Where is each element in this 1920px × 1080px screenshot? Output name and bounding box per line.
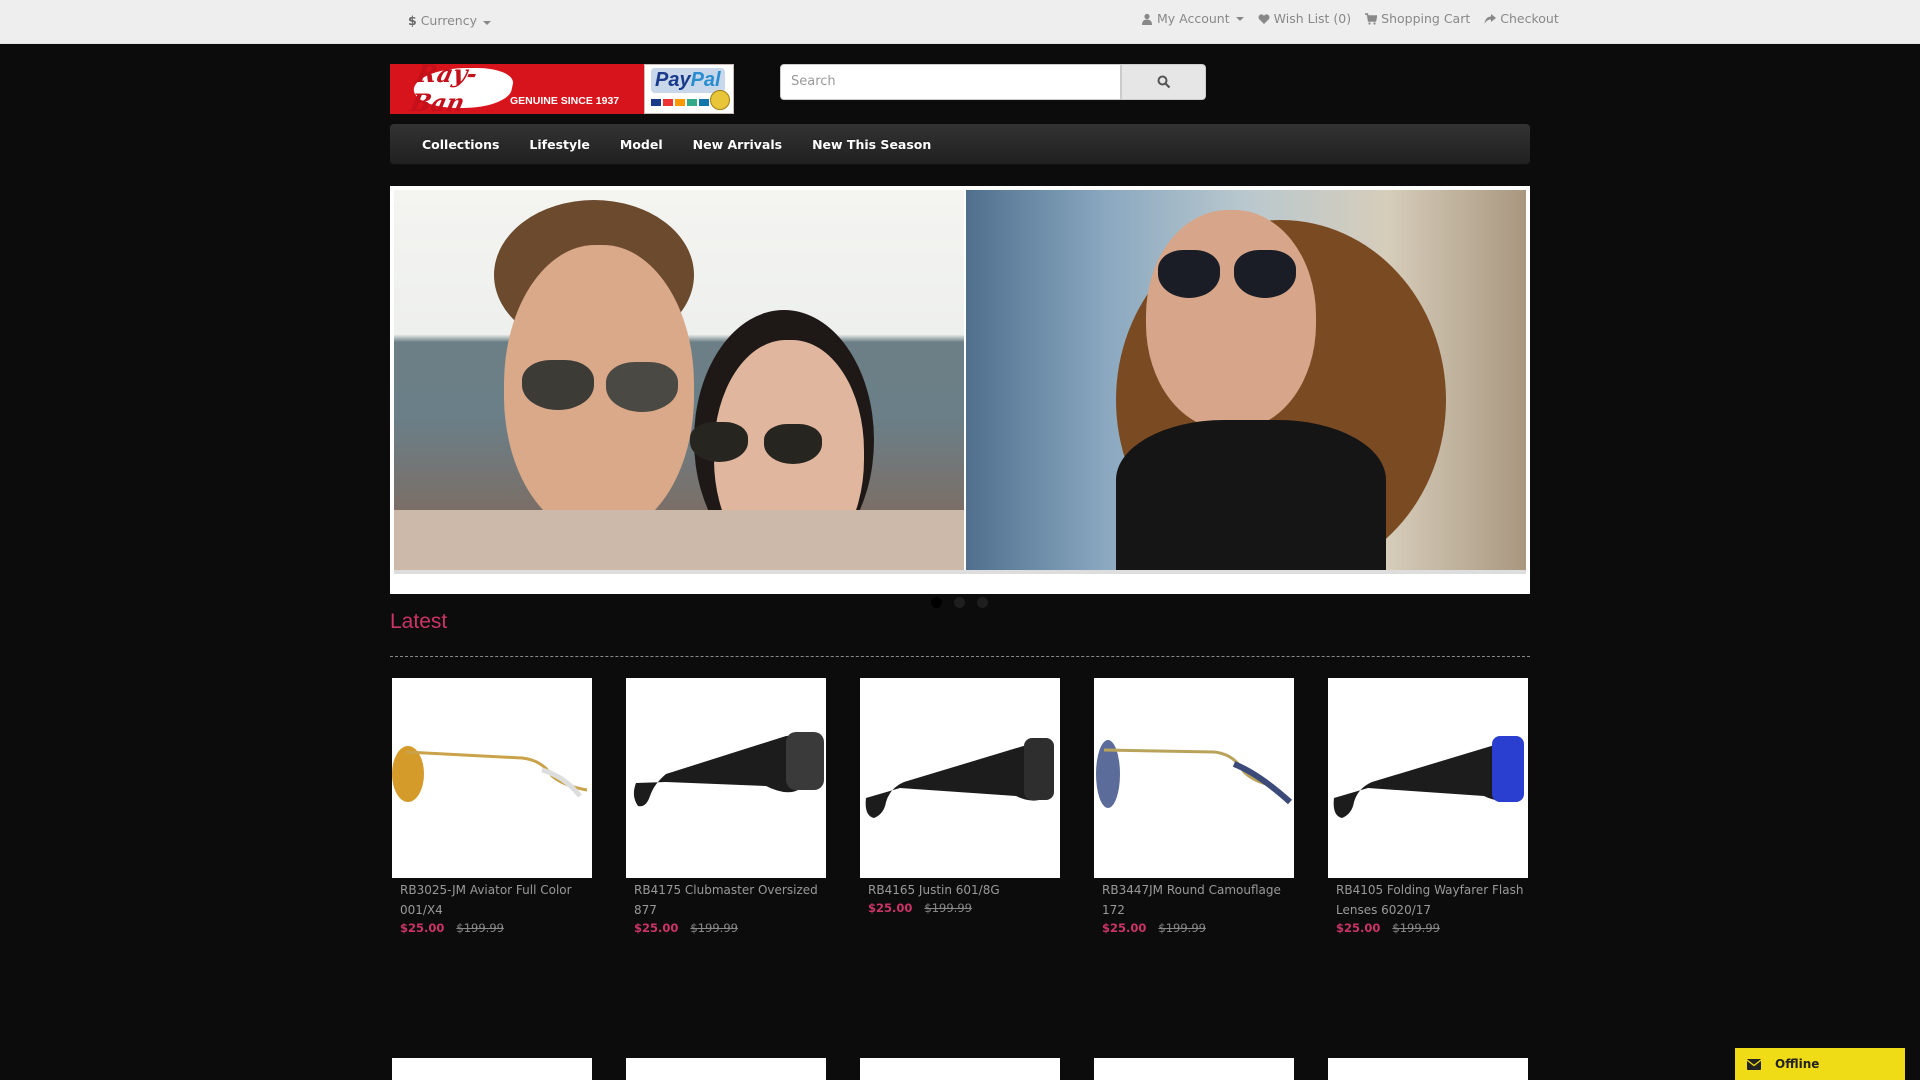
shopping-cart-link[interactable]: Shopping Cart	[1365, 11, 1470, 26]
verified-seal	[710, 90, 730, 110]
banner-image	[394, 190, 1526, 570]
product-card-partial[interactable]	[1094, 1058, 1294, 1080]
cart-icon	[1365, 12, 1378, 25]
caret-down-icon	[1235, 16, 1244, 21]
currency-dropdown[interactable]: $ Currency	[408, 13, 491, 28]
product-name[interactable]: RB4175 Clubmaster Oversized 877	[634, 880, 824, 920]
folding-wayfarer-sunglasses-image	[1333, 736, 1524, 818]
woman-photo	[966, 190, 1526, 570]
banner-slideshow[interactable]	[390, 186, 1530, 594]
product-card[interactable]: RB4165 Justin 601/8G $25.00 $199.99	[858, 678, 1062, 915]
product-name[interactable]: RB3447JM Round Camouflage 172	[1102, 880, 1292, 920]
product-image[interactable]	[860, 678, 1060, 878]
aviator-sunglasses-image	[392, 746, 588, 802]
product-card[interactable]: RB3447JM Round Camouflage 172 $25.00 $199…	[1092, 678, 1296, 935]
rayban-script: Ray-Ban	[408, 64, 517, 114]
shopping-cart-label: Shopping Cart	[1381, 11, 1471, 26]
price-old: $199.99	[924, 901, 972, 915]
slideshow-pagination	[931, 597, 988, 608]
justin-sunglasses-image	[865, 738, 1054, 818]
slide-dot-3[interactable]	[977, 597, 988, 608]
my-account-link[interactable]: My Account	[1141, 11, 1244, 26]
couple-photo	[394, 190, 964, 570]
paypal-badge: PayPal	[644, 64, 734, 114]
search-button[interactable]	[1121, 64, 1206, 100]
menu-item-new-this-season[interactable]: New This Season	[797, 124, 946, 164]
slide-dot-1[interactable]	[931, 597, 942, 608]
product-image[interactable]	[626, 678, 826, 878]
product-card-partial[interactable]	[626, 1058, 826, 1080]
envelope-icon	[1747, 1058, 1761, 1070]
section-divider	[390, 656, 1530, 657]
product-card-partial[interactable]	[1328, 1058, 1528, 1080]
heart-icon	[1258, 13, 1270, 24]
product-card[interactable]: RB4105 Folding Wayfarer Flash Lenses 602…	[1326, 678, 1530, 935]
slide-dot-2[interactable]	[954, 597, 965, 608]
user-icon	[1142, 13, 1152, 25]
logo-tagline: GENUINE SINCE 1937	[510, 95, 620, 107]
price-new: $25.00	[1336, 921, 1381, 935]
store-logo[interactable]: Ray-Ban GENUINE SINCE 1937 PayPal	[390, 64, 734, 114]
caret-down-icon	[483, 21, 491, 25]
price-old: $199.99	[1392, 921, 1440, 935]
price-new: $25.00	[868, 901, 913, 915]
product-name[interactable]: RB4105 Folding Wayfarer Flash Lenses 602…	[1336, 880, 1526, 920]
main-menu: Collections Lifestyle Model New Arrivals…	[390, 124, 1530, 165]
paypal-wordmark: PayPal	[651, 68, 725, 93]
product-name[interactable]: RB3025-JM Aviator Full Color 001/X4	[400, 880, 590, 920]
product-price: $25.00 $199.99	[1336, 921, 1530, 935]
share-icon	[1484, 13, 1497, 24]
menu-item-model[interactable]: Model	[605, 124, 678, 164]
menu-item-lifestyle[interactable]: Lifestyle	[514, 124, 605, 164]
product-price: $25.00 $199.99	[868, 901, 1062, 915]
clubmaster-sunglasses-image	[633, 732, 824, 807]
checkout-link[interactable]: Checkout	[1484, 11, 1559, 26]
price-old: $199.99	[456, 921, 504, 935]
price-old: $199.99	[1158, 921, 1206, 935]
product-card-partial[interactable]	[860, 1058, 1060, 1080]
product-card-partial[interactable]	[392, 1058, 592, 1080]
latest-heading: Latest	[390, 610, 448, 633]
product-image[interactable]	[1328, 678, 1528, 878]
product-price: $25.00 $199.99	[400, 921, 594, 935]
product-card[interactable]: RB3025-JM Aviator Full Color 001/X4 $25.…	[390, 678, 594, 935]
top-bar: $ Currency My Account Wish List (0) Shop…	[0, 0, 1920, 44]
product-name[interactable]: RB4165 Justin 601/8G	[868, 880, 1058, 900]
currency-symbol: $	[408, 13, 417, 28]
menu-item-new-arrivals[interactable]: New Arrivals	[678, 124, 797, 164]
round-camouflage-sunglasses-image	[1096, 740, 1293, 808]
my-account-label: My Account	[1157, 11, 1230, 26]
currency-label: Currency	[420, 13, 478, 28]
price-old: $199.99	[690, 921, 738, 935]
search-icon	[1157, 75, 1170, 89]
search-input[interactable]: Search	[780, 64, 1121, 100]
product-card[interactable]: RB4175 Clubmaster Oversized 877 $25.00 $1…	[624, 678, 828, 935]
price-new: $25.00	[1102, 921, 1147, 935]
chat-status-label: Offline	[1775, 1057, 1820, 1071]
price-new: $25.00	[634, 921, 679, 935]
product-image[interactable]	[392, 678, 592, 878]
product-price: $25.00 $199.99	[1102, 921, 1296, 935]
product-price: $25.00 $199.99	[634, 921, 828, 935]
menu-item-collections[interactable]: Collections	[407, 124, 514, 164]
chat-widget[interactable]: Offline	[1735, 1048, 1905, 1080]
price-new: $25.00	[400, 921, 445, 935]
slide-caption-bar	[394, 570, 1526, 574]
product-image[interactable]	[1094, 678, 1294, 878]
rayban-logo: Ray-Ban GENUINE SINCE 1937	[390, 64, 644, 114]
top-links: My Account Wish List (0) Shopping Cart C…	[1141, 11, 1559, 26]
checkout-label: Checkout	[1500, 11, 1559, 26]
card-logos	[651, 99, 709, 106]
wish-list-label: Wish List (0)	[1273, 11, 1352, 26]
wish-list-link[interactable]: Wish List (0)	[1258, 11, 1352, 26]
